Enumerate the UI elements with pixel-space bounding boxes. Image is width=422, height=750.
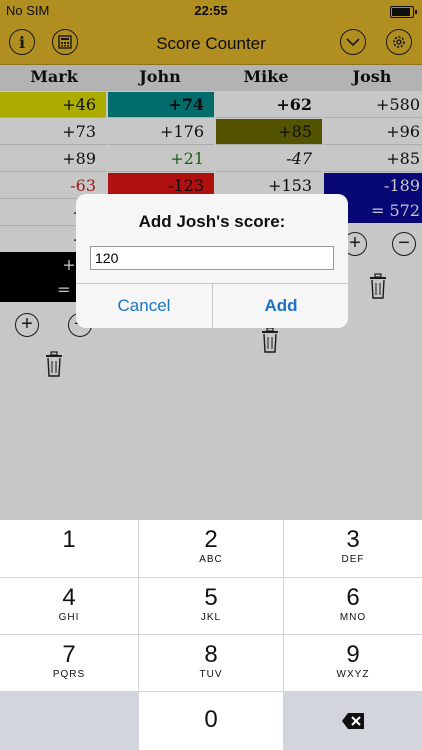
blank-key [0,692,138,750]
key-0[interactable]: 0 [139,692,283,750]
dialog-title: Add Josh's score: [138,212,286,231]
key-2[interactable]: 2 ABC [139,520,283,577]
add-score-dialog: Add Josh's score: Cancel Add [76,194,348,328]
key-6[interactable]: 6 MNO [284,578,422,634]
cancel-button[interactable]: Cancel [76,284,212,328]
key-7[interactable]: 7 PQRS [0,635,138,691]
add-button[interactable]: Add [213,284,348,328]
key-4[interactable]: 4 GHI [0,578,138,634]
backspace-icon [341,712,365,735]
key-9[interactable]: 9 WXYZ [284,635,422,691]
key-5[interactable]: 5 JKL [139,578,283,634]
delete-key[interactable] [284,692,422,750]
score-input[interactable] [90,246,334,270]
key-8[interactable]: 8 TUV [139,635,283,691]
numeric-keypad: 1 2 ABC 3 DEF 4 GHI 5 JKL 6 MNO 7 PQRS 8 TUV 9W… [0,520,422,750]
key-3[interactable]: 3 DEF [284,520,422,577]
key-1[interactable]: 1 [0,520,138,577]
